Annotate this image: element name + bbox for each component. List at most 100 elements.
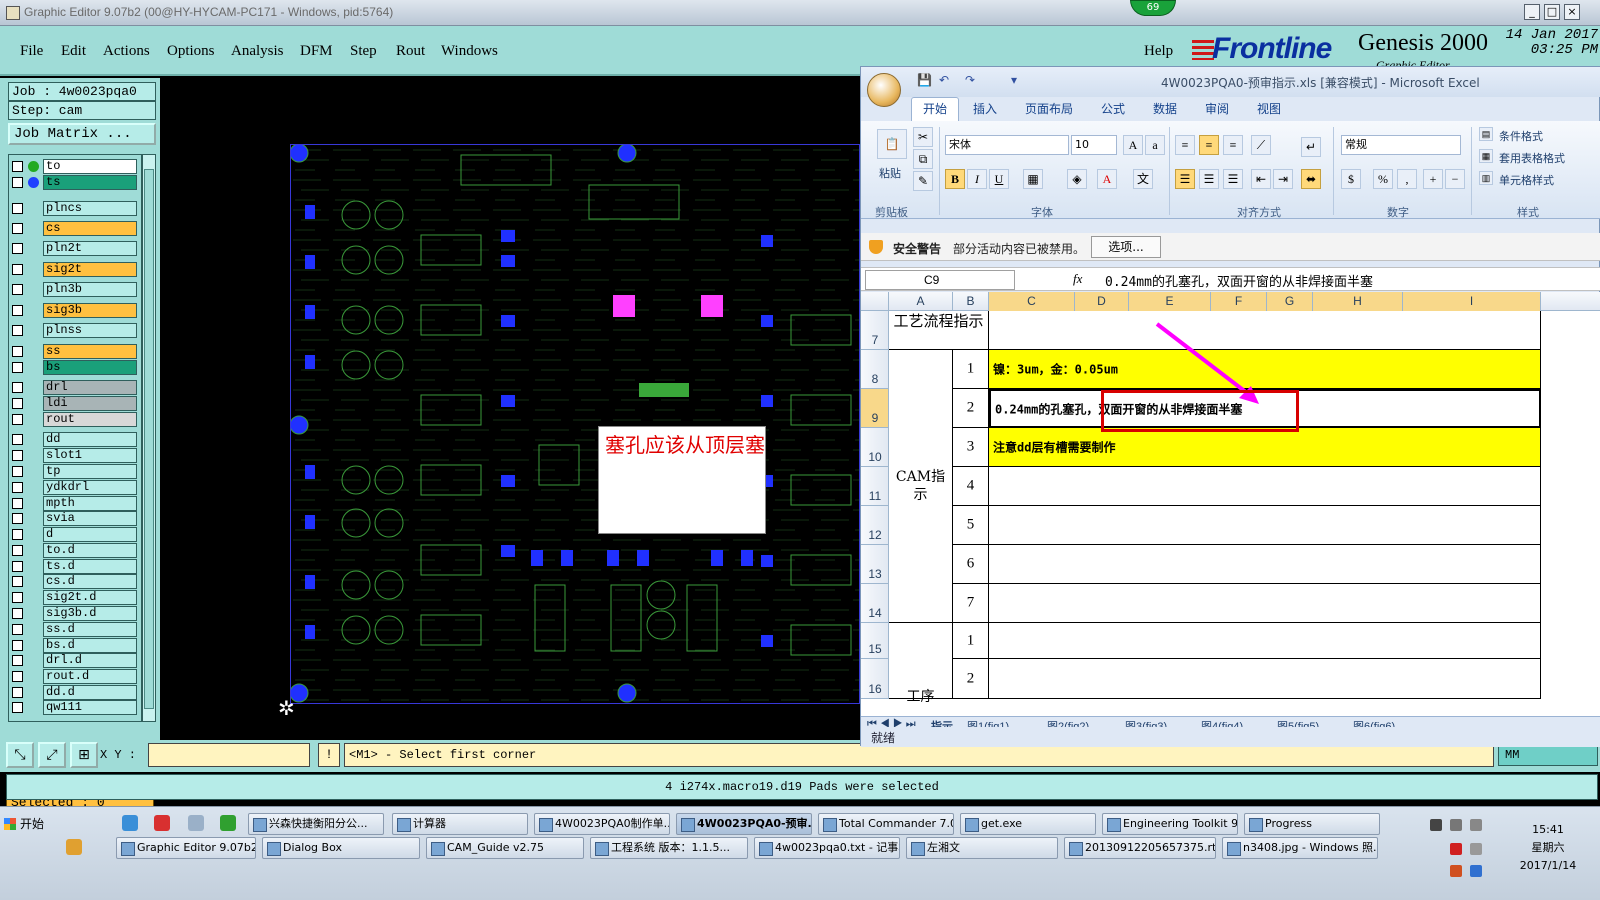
taskbar-button[interactable]: 工程系统 版本：1.1.5... — [590, 837, 748, 859]
tray-flag-icon[interactable] — [1450, 865, 1462, 877]
layer-row[interactable]: sig2t — [11, 262, 139, 277]
row-header[interactable]: 16 — [861, 659, 889, 699]
layer-name[interactable]: d — [43, 527, 137, 542]
select-all-corner[interactable] — [861, 292, 889, 311]
column-header[interactable]: C — [989, 292, 1075, 311]
layer-row[interactable]: rout — [11, 412, 139, 427]
underline-icon[interactable]: U — [989, 169, 1009, 189]
save-icon[interactable]: 💾 — [917, 73, 932, 87]
item-number-cell[interactable]: 1 — [953, 623, 989, 659]
insert-function-icon[interactable]: fx — [1073, 271, 1082, 287]
wrap-text-icon[interactable]: ↵ — [1301, 137, 1321, 157]
taskbar-button[interactable]: CAM_Guide v2.75 — [426, 837, 584, 859]
instruction-cell[interactable] — [989, 584, 1541, 623]
layer-row[interactable]: bs.d — [11, 638, 139, 653]
tray-im-icon[interactable] — [1470, 865, 1482, 877]
borders-icon[interactable]: ▦ — [1023, 169, 1043, 189]
row-header[interactable]: 13 — [861, 545, 889, 584]
layer-checkbox[interactable] — [12, 624, 23, 635]
layer-row[interactable]: drl — [11, 380, 139, 395]
column-header[interactable]: H — [1313, 292, 1403, 311]
layer-checkbox[interactable] — [12, 498, 23, 509]
menu-rout[interactable]: Rout — [396, 43, 425, 60]
instruction-cell[interactable] — [989, 623, 1541, 659]
layer-name[interactable]: sig3b.d — [43, 606, 137, 621]
cam-label-cell[interactable]: CAM指示 — [889, 350, 953, 623]
taskbar-button[interactable]: Engineering Toolkit 9.... — [1102, 813, 1238, 835]
instruction-cell[interactable] — [989, 545, 1541, 584]
layer-row[interactable]: sig3b.d — [11, 606, 139, 621]
job-matrix-button[interactable]: Job Matrix ... — [8, 123, 156, 145]
calculator-icon[interactable] — [188, 815, 204, 831]
process-flow-label[interactable]: 工艺流程指示 — [889, 311, 989, 350]
layer-name[interactable]: drl — [43, 380, 137, 395]
instruction-cell[interactable] — [989, 506, 1541, 545]
tray-network-icon[interactable] — [1450, 819, 1462, 831]
layer-name[interactable]: ldi — [43, 396, 137, 411]
bold-icon[interactable]: B — [945, 169, 965, 189]
layer-checkbox[interactable] — [12, 398, 23, 409]
layer-name[interactable]: ts — [43, 175, 137, 190]
layer-row[interactable]: d — [11, 527, 139, 542]
cell-styles-icon[interactable]: ▥ — [1479, 171, 1493, 185]
instruction-cell[interactable] — [989, 659, 1541, 699]
layer-checkbox[interactable] — [12, 482, 23, 493]
layer-checkbox[interactable] — [12, 264, 23, 275]
layer-name[interactable]: bs.d — [43, 638, 137, 653]
layer-name[interactable]: ydkdrl — [43, 480, 137, 495]
pcb-board[interactable] — [289, 143, 860, 705]
layer-row[interactable]: ydkdrl — [11, 480, 139, 495]
instruction-cell[interactable] — [989, 467, 1541, 506]
layer-row[interactable]: ldi — [11, 396, 139, 411]
browser-icon[interactable] — [220, 815, 236, 831]
layer-name[interactable]: cs — [43, 221, 137, 236]
layer-row[interactable]: plncs — [11, 201, 139, 216]
align-middle-icon[interactable]: ≡ — [1199, 135, 1219, 155]
menu-file[interactable]: File — [20, 43, 43, 60]
layer-checkbox[interactable] — [12, 576, 23, 587]
tray-volume-icon[interactable] — [1470, 843, 1482, 855]
layer-name[interactable]: sig3b — [43, 303, 137, 318]
layer-name[interactable]: to.d — [43, 543, 137, 558]
conditional-format-icon[interactable]: ▤ — [1479, 127, 1493, 141]
tray-signal-icon[interactable] — [1470, 819, 1482, 831]
layer-checkbox[interactable] — [12, 177, 23, 188]
layer-scrollbar[interactable] — [142, 154, 156, 722]
layer-name[interactable]: rout.d — [43, 669, 137, 684]
taskbar-button[interactable]: 兴森快捷衡阳分公... — [248, 813, 384, 835]
layer-row[interactable]: mpth — [11, 496, 139, 511]
formula-input[interactable]: 0.24mm的孔塞孔，双面开窗的从非焊接面半塞 — [1105, 271, 1373, 290]
security-options-button[interactable]: 选项... — [1091, 236, 1161, 258]
layer-checkbox[interactable] — [12, 223, 23, 234]
taskbar-button[interactable]: 计算器 — [392, 813, 528, 835]
layer-row[interactable]: plnss — [11, 323, 139, 338]
shrink-font-icon[interactable]: a — [1145, 135, 1165, 155]
layer-row[interactable]: pln2t — [11, 241, 139, 256]
layer-row[interactable]: sig2t.d — [11, 590, 139, 605]
align-bottom-icon[interactable]: ≡ — [1223, 135, 1243, 155]
tab-formulas[interactable]: 公式 — [1101, 100, 1125, 117]
xy-input[interactable] — [148, 743, 310, 767]
row-header[interactable]: 15 — [861, 623, 889, 659]
layer-name[interactable]: to — [43, 159, 137, 174]
layer-name[interactable]: plncs — [43, 201, 137, 216]
taskbar-button[interactable]: Total Commander 7.0... — [818, 813, 954, 835]
column-header[interactable]: A — [889, 292, 953, 311]
layer-checkbox[interactable] — [12, 382, 23, 393]
row-header[interactable]: 12 — [861, 506, 889, 545]
item-number-cell[interactable]: 4 — [953, 467, 989, 506]
layer-name[interactable]: qw111 — [43, 700, 137, 715]
units-selector[interactable]: MM — [1498, 744, 1598, 766]
font-name-select[interactable]: 宋体 — [945, 135, 1069, 155]
pdf-icon[interactable] — [154, 815, 170, 831]
layer-name[interactable]: dd — [43, 432, 137, 447]
layer-row[interactable]: cs.d — [11, 574, 139, 589]
layer-checkbox[interactable] — [12, 466, 23, 477]
conditional-format-button[interactable]: 条件格式 — [1499, 128, 1543, 144]
table-format-button[interactable]: 套用表格格式 — [1499, 150, 1565, 166]
format-painter-icon[interactable]: ✎ — [913, 171, 933, 191]
increase-indent-icon[interactable]: ⇥ — [1273, 169, 1293, 189]
align-top-icon[interactable]: ≡ — [1175, 135, 1195, 155]
decrease-indent-icon[interactable]: ⇤ — [1251, 169, 1271, 189]
menu-help[interactable]: Help — [1144, 43, 1173, 60]
